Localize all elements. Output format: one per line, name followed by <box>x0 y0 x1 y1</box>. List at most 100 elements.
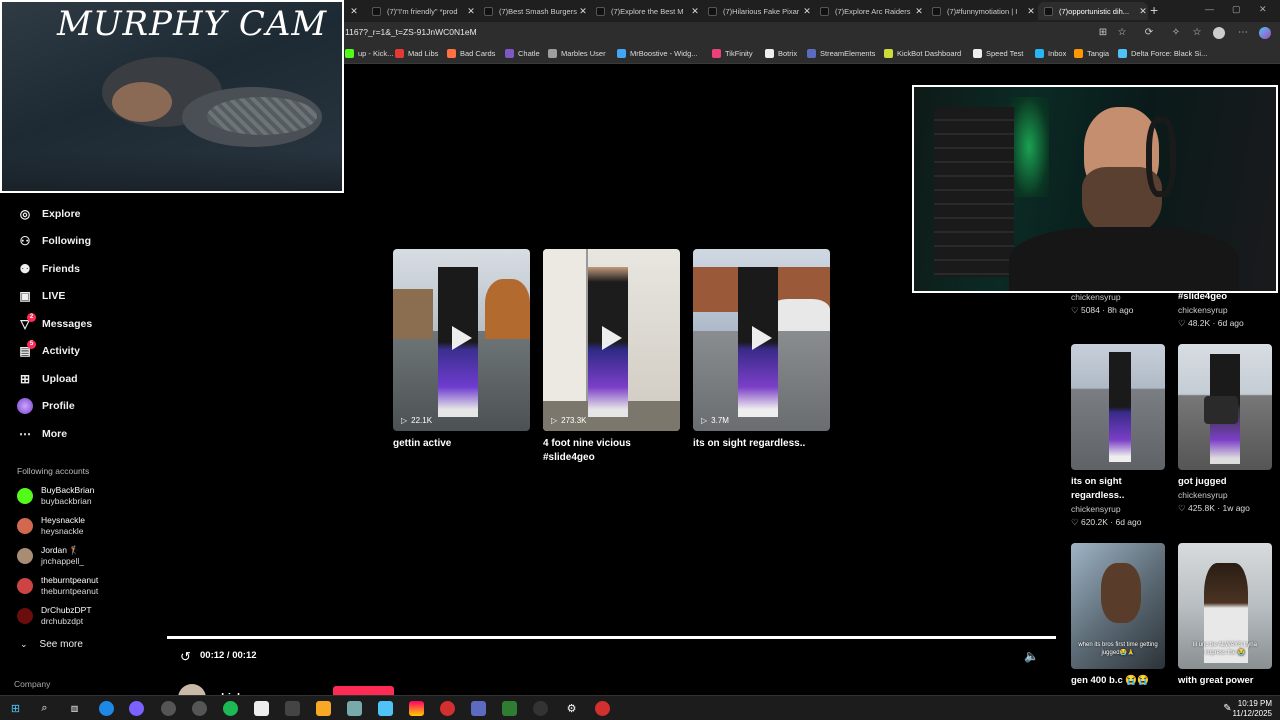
file-explorer-icon[interactable] <box>316 701 331 716</box>
close-icon[interactable]: ✕ <box>802 6 812 17</box>
video-thumbnail[interactable]: lil unc be ALWAYS tryna impress the 😭 <box>1178 543 1272 669</box>
close-icon[interactable]: ✕ <box>466 6 476 17</box>
edge-icon[interactable] <box>99 701 114 716</box>
browser-tab-active[interactable]: (7)opportunistic dih... ✕ <box>1038 2 1148 20</box>
video-title[interactable]: 4 foot nine vicious #slide4geo <box>543 437 680 465</box>
profile-avatar-icon[interactable] <box>1213 27 1225 39</box>
bookmark-star-icon[interactable]: ☆ <box>1116 27 1128 39</box>
windows-start-icon[interactable]: ⊞ <box>8 701 23 716</box>
app-icon[interactable] <box>347 701 362 716</box>
obs-icon[interactable] <box>533 701 548 716</box>
video-thumbnail[interactable] <box>1071 344 1165 470</box>
bookmark-item[interactable]: Bad Cards <box>447 49 495 58</box>
video-author[interactable]: chickensyrup <box>1071 503 1165 516</box>
settings-gear-icon[interactable]: ⚙ <box>564 701 579 716</box>
video-thumbnail[interactable]: when its bros first time getting jugged😭… <box>1071 543 1165 669</box>
video-card[interactable]: ▷ 22.1K gettin active <box>393 249 530 451</box>
url-field[interactable]: 1167?_r=1&_t=ZS-91JnWC0N1eM <box>345 27 477 37</box>
close-icon[interactable]: ✕ <box>1138 6 1148 17</box>
close-icon[interactable]: ✕ <box>578 6 588 17</box>
bookmark-item[interactable]: StreamElements <box>807 49 875 58</box>
related-video-card[interactable]: #slide4geo chickensyrup ♡ 48.2K · 6d ago <box>1178 287 1272 330</box>
sidebar-item-following[interactable]: ⚇ Following <box>17 233 91 249</box>
bookmark-item[interactable]: Botrix <box>765 49 797 58</box>
notepad-icon[interactable] <box>254 701 269 716</box>
following-account-item[interactable]: Heysnackle heysnackle <box>17 515 85 537</box>
new-tab-button[interactable]: + <box>1150 2 1158 18</box>
bookmark-item[interactable]: KickBot Dashboard <box>884 49 961 58</box>
bookmark-item[interactable]: MrBoostive - Widg... <box>617 49 698 58</box>
bookmark-item[interactable]: Inbox <box>1035 49 1066 58</box>
tab-close-partial[interactable]: ✕ <box>343 2 363 20</box>
following-account-item[interactable]: theburntpeanut theburntpeanut <box>17 575 98 597</box>
video-title[interactable]: its on sight regardless.. <box>693 437 830 451</box>
extensions-puzzle-icon[interactable]: ✧ <box>1170 27 1182 39</box>
close-icon[interactable]: ✕ <box>914 6 924 17</box>
app-icon[interactable] <box>378 701 393 716</box>
bookmark-item[interactable]: Marbles User <box>548 49 606 58</box>
video-title[interactable]: its on sight regardless.. <box>1071 475 1165 503</box>
browser-tab[interactable]: (7)Best Smash Burgers ✕ <box>478 2 588 20</box>
app-icon[interactable] <box>471 701 486 716</box>
video-thumbnail[interactable] <box>1178 344 1272 470</box>
sidebar-item-more[interactable]: ⋯ More <box>17 426 67 442</box>
browser-tab[interactable]: (7)Explore Arc Raiders ✕ <box>814 2 924 20</box>
bookmark-item[interactable]: up - Kick... <box>345 49 393 58</box>
video-thumbnail[interactable]: ▷ 3.7M <box>693 249 830 431</box>
bookmark-item[interactable]: Tangia <box>1074 49 1109 58</box>
menu-dots-icon[interactable]: ⋯ <box>1237 27 1249 39</box>
browser-tab[interactable]: (7)"I'm friendly" *prod ✕ <box>366 2 476 20</box>
favorites-icon[interactable]: ☆ <box>1191 27 1203 39</box>
browser-tab[interactable]: (7)Hilarious Fake Pixar ✕ <box>702 2 812 20</box>
video-author[interactable]: chickensyrup <box>1178 489 1272 502</box>
company-link[interactable]: Company <box>14 679 50 689</box>
video-author[interactable]: chickensyrup <box>1178 304 1272 317</box>
sidebar-item-friends[interactable]: ⚉ Friends <box>17 261 80 277</box>
related-video-card[interactable]: got jugged chickensyrup ♡ 425.8K · 1w ag… <box>1178 344 1272 515</box>
task-view-icon[interactable]: ▥ <box>67 701 82 716</box>
video-title[interactable]: with great power <box>1178 674 1272 688</box>
sidebar-item-activity[interactable]: ▤ 5 Activity <box>17 340 80 359</box>
bookmark-item[interactable]: Delta Force: Black Si... <box>1118 49 1207 58</box>
copilot-icon[interactable] <box>1259 27 1271 39</box>
app-icon[interactable] <box>192 701 207 716</box>
spotify-icon[interactable] <box>223 701 238 716</box>
following-account-item[interactable]: DrChubzDPT drchubzdpt <box>17 605 92 627</box>
see-more-button[interactable]: ⌄ See more <box>20 639 83 650</box>
extension-icon[interactable]: ⟳ <box>1143 27 1155 39</box>
window-close-icon[interactable]: ✕ <box>1259 4 1267 15</box>
sidebar-item-explore[interactable]: ◎ Explore <box>17 206 81 222</box>
following-account-item[interactable]: Jordan 🏌 jnchappell_ <box>17 545 84 567</box>
minimize-icon[interactable]: — <box>1205 4 1214 14</box>
video-card[interactable]: ▷ 3.7M its on sight regardless.. <box>693 249 830 451</box>
following-account-item[interactable]: BuyBackBrian buybackbrian <box>17 485 94 507</box>
app-icon[interactable] <box>161 701 176 716</box>
close-icon[interactable]: ✕ <box>349 6 359 17</box>
bookmark-item[interactable]: Mad Libs <box>395 49 438 58</box>
related-video-card[interactable]: lil unc be ALWAYS tryna impress the 😭 wi… <box>1178 543 1272 688</box>
related-video-card[interactable]: when its bros first time getting jugged😭… <box>1071 543 1165 688</box>
video-title[interactable]: got jugged <box>1178 475 1272 489</box>
system-clock[interactable]: 10:19 PM 11/12/2025 <box>1233 699 1272 719</box>
copilot-app-icon[interactable] <box>129 701 144 716</box>
volume-icon[interactable]: 🔈 <box>1024 649 1039 663</box>
bookmark-item[interactable]: TikFinity <box>712 49 753 58</box>
video-thumbnail[interactable]: ▷ 22.1K <box>393 249 530 431</box>
search-icon[interactable]: ⌕ <box>37 701 52 716</box>
video-progress-bar[interactable] <box>167 636 1056 639</box>
photos-icon[interactable] <box>409 701 424 716</box>
sidebar-item-profile[interactable]: ● Profile <box>17 398 75 414</box>
close-icon[interactable]: ✕ <box>690 6 700 17</box>
apps-icon[interactable]: ⊞ <box>1097 27 1109 39</box>
maximize-icon[interactable]: ▢ <box>1232 4 1241 15</box>
video-title[interactable]: gettin active <box>393 437 530 451</box>
sidebar-item-live[interactable]: ▣ LIVE <box>17 288 65 304</box>
related-video-card[interactable]: its on sight regardless.. chickensyrup ♡… <box>1071 344 1165 529</box>
app-icon[interactable] <box>440 701 455 716</box>
sidebar-item-upload[interactable]: ⊞ Upload <box>17 371 78 387</box>
close-icon[interactable]: ✕ <box>1026 6 1036 17</box>
browser-tab[interactable]: (7)#funnymotiation | I ✕ <box>926 2 1036 20</box>
video-title[interactable]: gen 400 b.c 😭😭 <box>1071 674 1165 688</box>
app-icon[interactable] <box>285 701 300 716</box>
video-thumbnail[interactable]: ▷ 273.3K <box>543 249 680 431</box>
